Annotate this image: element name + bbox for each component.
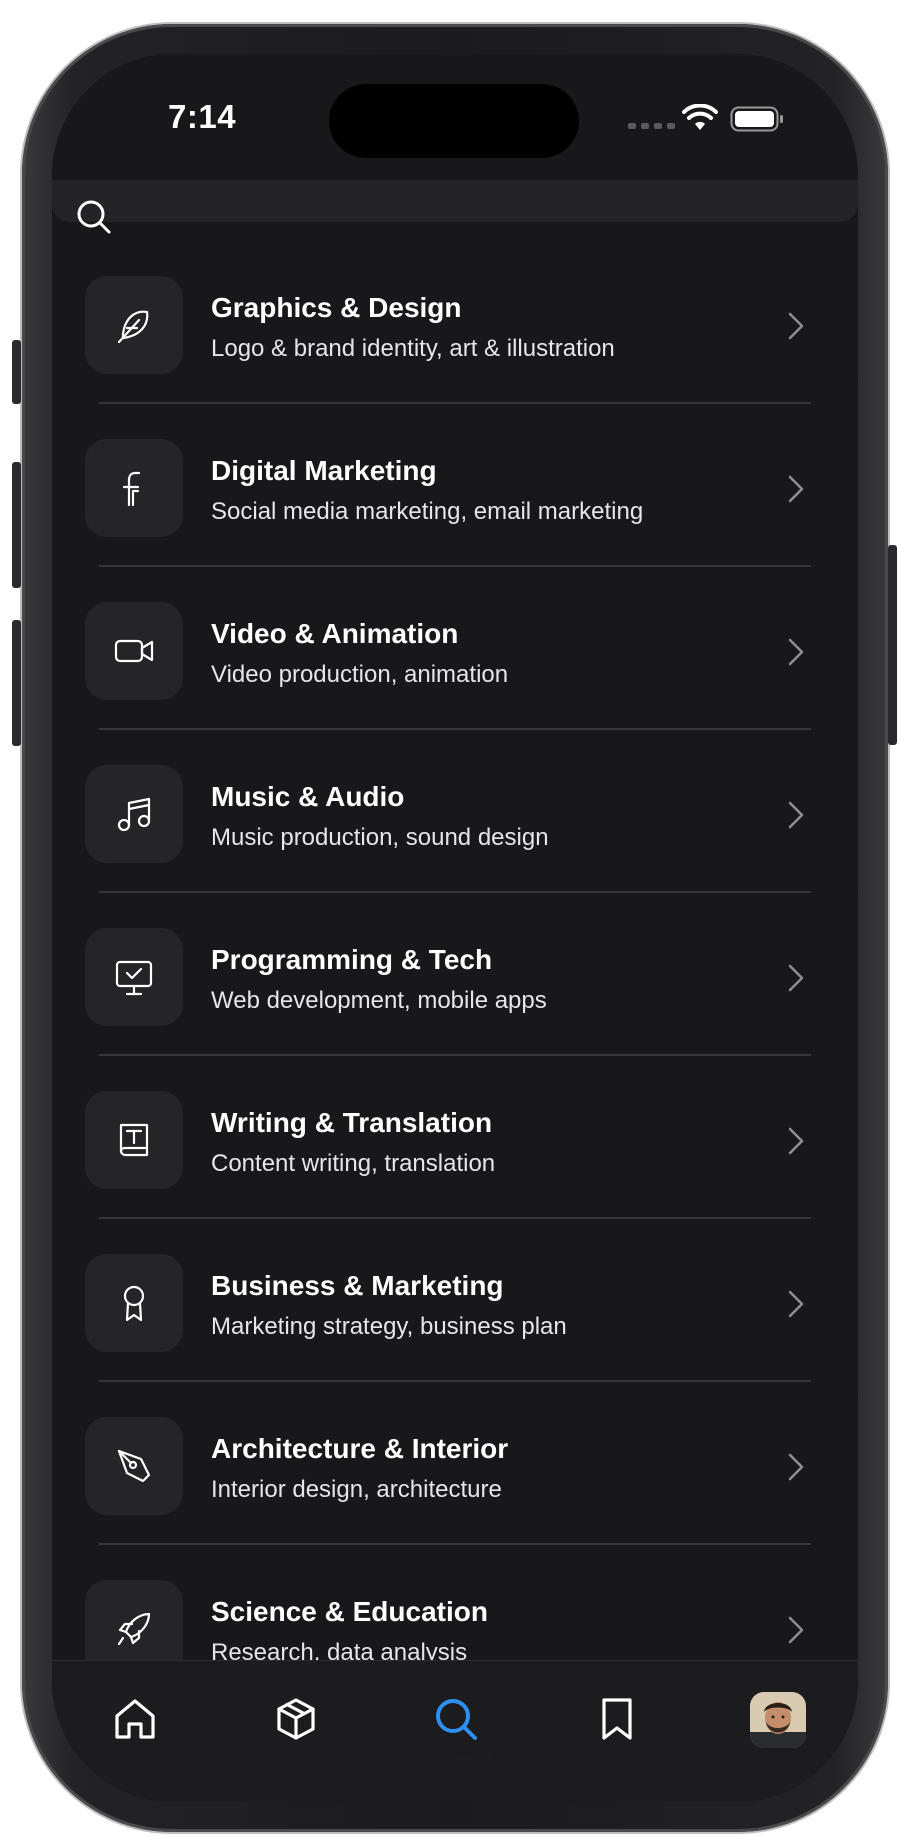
bookmark-icon xyxy=(602,1698,632,1740)
volume-down-button xyxy=(12,620,21,746)
category-tile xyxy=(85,928,183,1026)
category-subtitle: Content writing, translation xyxy=(211,1150,496,1177)
avatar-image xyxy=(750,1692,806,1748)
dynamic-island xyxy=(329,84,579,158)
category-tile xyxy=(85,1254,183,1352)
chevron-right-icon xyxy=(788,312,804,340)
category-row-digital-marketing[interactable]: Digital Marketing Social media marketing… xyxy=(52,439,858,602)
category-tile xyxy=(85,602,183,700)
battery-icon xyxy=(730,106,783,132)
category-row-architecture-interior[interactable]: Architecture & Interior Interior design,… xyxy=(52,1417,858,1580)
chevron-right-icon xyxy=(788,964,804,992)
award-ribbon-icon xyxy=(123,1285,145,1322)
volume-up-button xyxy=(12,462,21,588)
search-icon xyxy=(436,1699,477,1740)
action-button xyxy=(12,340,21,404)
pen-tool-icon xyxy=(117,1449,151,1483)
category-title: Business & Marketing xyxy=(211,1270,504,1301)
tab-saved[interactable] xyxy=(589,1691,645,1747)
cellular-signal-icon xyxy=(628,123,675,129)
category-title: Writing & Translation xyxy=(211,1107,493,1138)
category-title: Music & Audio xyxy=(211,781,405,812)
category-subtitle: Video production, animation xyxy=(211,661,509,688)
chevron-right-icon xyxy=(788,1290,804,1318)
status-time: 7:14 xyxy=(168,98,237,135)
chevron-right-icon xyxy=(788,638,804,666)
divider xyxy=(99,728,811,730)
feather-icon xyxy=(117,310,149,344)
category-subtitle: Logo & brand identity, art & illustratio… xyxy=(211,335,615,362)
home-icon xyxy=(115,1699,155,1739)
screen: 7:14 Graphics & Design Logo & brand iden… xyxy=(52,54,858,1802)
tab-explore[interactable] xyxy=(268,1691,324,1747)
chevron-right-icon xyxy=(788,1453,804,1481)
chevron-right-icon xyxy=(788,1616,804,1644)
category-title: Digital Marketing xyxy=(211,455,437,486)
category-tile xyxy=(85,1091,183,1189)
divider xyxy=(99,1380,811,1382)
search-input[interactable] xyxy=(52,180,858,222)
divider xyxy=(99,1543,811,1545)
chevron-right-icon xyxy=(788,1127,804,1155)
music-note-icon xyxy=(117,797,151,832)
chevron-right-icon xyxy=(788,801,804,829)
facebook-icon xyxy=(122,471,141,507)
chevron-right-icon xyxy=(788,475,804,503)
category-title: Programming & Tech xyxy=(211,944,493,975)
category-title: Science & Education xyxy=(211,1596,488,1627)
category-title: Video & Animation xyxy=(211,618,459,649)
divider xyxy=(99,402,811,404)
category-tile xyxy=(85,439,183,537)
category-title: Architecture & Interior xyxy=(211,1433,509,1464)
category-subtitle: Music production, sound design xyxy=(211,824,549,851)
category-title: Graphics & Design xyxy=(211,292,462,323)
category-tile xyxy=(85,765,183,863)
search-icon[interactable] xyxy=(76,199,112,235)
category-subtitle: Marketing strategy, business plan xyxy=(211,1313,567,1340)
category-row-graphics-design[interactable]: Graphics & Design Logo & brand identity,… xyxy=(52,276,858,439)
category-subtitle: Social media marketing, email marketing xyxy=(211,498,644,525)
divider xyxy=(99,1217,811,1219)
monitor-check-icon xyxy=(115,960,153,996)
category-row-programming-tech[interactable]: Programming & Tech Web development, mobi… xyxy=(52,928,858,1091)
category-row-business-marketing[interactable]: Business & Marketing Marketing strategy,… xyxy=(52,1254,858,1417)
tab-bar xyxy=(52,1660,858,1802)
category-row-video-animation[interactable]: Video & Animation Video production, anim… xyxy=(52,602,858,765)
category-tile xyxy=(85,276,183,374)
divider xyxy=(99,1054,811,1056)
video-camera-icon xyxy=(114,639,154,663)
power-button xyxy=(888,545,897,745)
app-content: 7:14 Graphics & Design Logo & brand iden… xyxy=(52,54,858,1802)
category-list: Graphics & Design Logo & brand identity,… xyxy=(52,276,858,1743)
wifi-icon xyxy=(682,104,718,130)
category-subtitle: Web development, mobile apps xyxy=(211,987,547,1014)
profile-avatar[interactable] xyxy=(750,1692,806,1748)
category-row-writing-translation[interactable]: Writing & Translation Content writing, t… xyxy=(52,1091,858,1254)
tab-search-label: Search xyxy=(441,1751,495,1770)
box-icon xyxy=(277,1698,315,1740)
category-tile xyxy=(85,1417,183,1515)
text-book-icon xyxy=(119,1123,149,1157)
category-subtitle: Interior design, architecture xyxy=(211,1476,502,1503)
category-row-music-audio[interactable]: Music & Audio Music production, sound de… xyxy=(52,765,858,928)
tab-home[interactable] xyxy=(107,1691,163,1747)
rocket-icon xyxy=(117,1612,151,1646)
tab-search[interactable] xyxy=(428,1691,484,1747)
divider xyxy=(99,891,811,893)
divider xyxy=(99,565,811,567)
